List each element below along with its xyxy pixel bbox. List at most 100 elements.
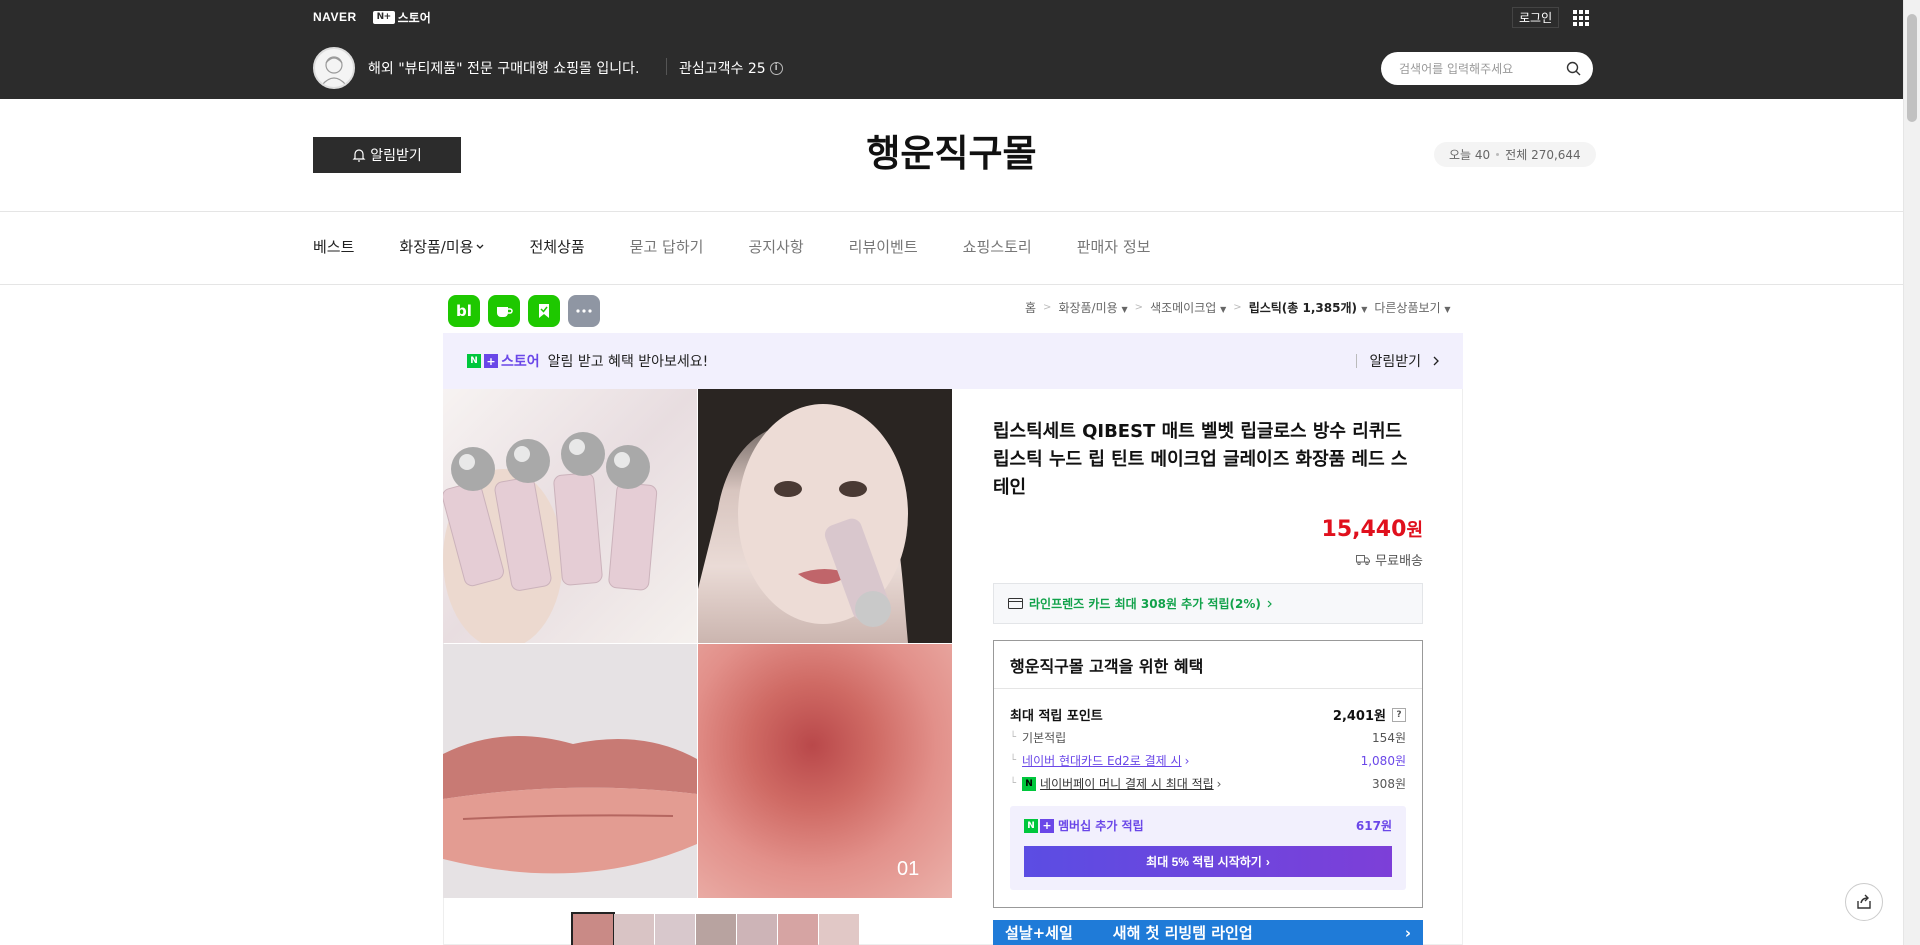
breadcrumb-other-products[interactable]: 다른상품보기 ▼ — [1374, 299, 1450, 316]
visits-today: 오늘 40 — [1449, 148, 1491, 162]
thumbnail[interactable] — [696, 914, 736, 945]
plus-icon: + — [484, 354, 498, 368]
breadcrumb-category2[interactable]: 색조메이크업 ▼ — [1150, 299, 1226, 316]
card-points-row: └ 네이버 현대카드 Ed2로 결제 시 › 1,080원 — [1010, 752, 1406, 769]
search-box — [1381, 52, 1593, 85]
membership-row: N + 멤버십 추가 적립 617원 — [1024, 817, 1392, 834]
store-nav: 베스트 화장품/미용 전체상품 묻고 답하기 공지사항 리뷰이벤트 쇼핑스토리 … — [313, 236, 1195, 257]
chevron-right-icon — [1433, 356, 1439, 366]
image-lipstick-set — [443, 389, 697, 643]
nav-best[interactable]: 베스트 — [313, 236, 354, 257]
share-button[interactable] — [1845, 883, 1883, 921]
pay-points-link[interactable]: 네이버페이 머니 결제 시 최대 적립 — [1040, 775, 1214, 792]
sub-item-icon: └ — [1010, 732, 1017, 743]
membership-start-label: 최대 5% 적립 시작하기 — [1146, 855, 1262, 869]
login-button[interactable]: 로그인 — [1512, 7, 1560, 28]
thumbnail[interactable] — [655, 914, 695, 945]
divider — [0, 211, 1903, 212]
nav-seller-info[interactable]: 판매자 정보 — [1077, 236, 1151, 257]
store-title[interactable]: 행운직구몰 — [0, 123, 1903, 177]
card-benefit-text: 라인프렌즈 카드 최대 308원 추가 적립(2%) — [1029, 597, 1261, 611]
thumbnail[interactable] — [614, 914, 654, 945]
breadcrumb-other-label: 다른상품보기 — [1374, 301, 1441, 315]
membership-box: N + 멤버십 추가 적립 617원 최대 5% 적립 시작하기 › — [1010, 806, 1406, 890]
bookmark-share-button[interactable] — [528, 295, 560, 327]
thumbnail[interactable] — [778, 914, 818, 945]
sub-item-icon: └ — [1010, 778, 1017, 789]
breadcrumb-category3-label: 립스틱(총 1,385개) — [1248, 301, 1357, 315]
thumbnail[interactable] — [819, 914, 859, 945]
max-points-value: 2,401원 — [1332, 709, 1386, 724]
nplus-icon: N + — [1024, 818, 1054, 833]
caret-down-icon: ▼ — [1444, 305, 1451, 314]
chevron-right-icon: › — [1216, 776, 1222, 791]
visits-separator — [1496, 153, 1500, 156]
naver-logo[interactable]: NAVER — [313, 10, 357, 24]
more-share-button[interactable] — [568, 295, 600, 327]
banner-action[interactable]: 알림받기 — [1356, 351, 1439, 371]
header-divider — [666, 58, 667, 75]
app-menu-grid-icon[interactable] — [1573, 9, 1590, 26]
card-points-value: 1,080원 — [1360, 754, 1406, 768]
card-benefit-link[interactable]: 라인프렌즈 카드 최대 308원 추가 적립(2%) — [993, 583, 1423, 624]
nav-all-products[interactable]: 전체상품 — [529, 236, 584, 257]
image-index: 01 — [897, 858, 920, 880]
shipping-info: 무료배송 — [993, 550, 1423, 569]
nstore-label: 스토어 — [397, 10, 431, 25]
promo-right-text: 새해 첫 리빙템 라인업 — [1112, 924, 1253, 942]
product-main-image[interactable] — [443, 389, 953, 899]
nav-shopping-story[interactable]: 쇼핑스토리 — [963, 236, 1032, 257]
shipping-label: 무료배송 — [1375, 554, 1423, 569]
search-icon[interactable] — [1566, 61, 1581, 76]
banner-text: 알림 받고 혜택 받아보세요! — [547, 354, 709, 370]
breadcrumb-category2-label: 색조메이크업 — [1150, 301, 1217, 315]
caret-down-icon: ▼ — [1361, 305, 1368, 314]
thumbnail[interactable] — [737, 914, 777, 945]
naver-pay-icon: N — [1022, 776, 1037, 791]
scrollbar-thumb[interactable] — [1907, 14, 1917, 122]
nav-notice[interactable]: 공지사항 — [748, 236, 803, 257]
blog-share-button[interactable]: bl — [448, 295, 480, 327]
cafe-cup-icon — [497, 307, 513, 317]
page-scrollbar[interactable] — [1903, 0, 1920, 945]
pay-points-value: 308원 — [1372, 777, 1406, 791]
price-unit: 원 — [1406, 520, 1423, 541]
info-icon[interactable]: i — [769, 61, 783, 75]
social-share: bl — [448, 295, 600, 327]
card-points-link[interactable]: 네이버 현대카드 Ed2로 결제 시 — [1022, 752, 1182, 769]
cafe-share-button[interactable] — [488, 295, 520, 327]
nstore-banner-label: 스토어 — [501, 354, 540, 370]
nstore-banner-logo: N + 스토어 — [467, 351, 540, 371]
nstore-badge-icon: N+ — [372, 10, 395, 24]
credit-card-icon — [1008, 598, 1023, 609]
share-icon — [1857, 894, 1871, 909]
benefit-box: 행운직구몰 고객을 위한 혜택 최대 적립 포인트 2,401원 ? └ 기본적… — [993, 640, 1423, 908]
breadcrumb: 홈 > 화장품/미용 ▼ > 색조메이크업 ▼ > 립스틱(총 1,385개) … — [1025, 299, 1451, 316]
max-points-row: 최대 적립 포인트 2,401원 ? — [1010, 705, 1406, 724]
chevron-down-icon — [477, 244, 484, 249]
max-points-label: 최대 적립 포인트 — [1010, 709, 1103, 724]
banner-divider — [1356, 354, 1358, 368]
basic-points-label: 기본적립 — [1022, 731, 1067, 745]
nstore-logo[interactable]: N+ 스토어 — [372, 9, 431, 26]
search-input[interactable] — [1399, 61, 1566, 76]
breadcrumb-separator: > — [1043, 302, 1052, 313]
nav-review-event[interactable]: 리뷰이벤트 — [849, 236, 918, 257]
more-dots-icon — [576, 309, 592, 313]
bookmark-icon — [539, 304, 549, 318]
breadcrumb-category3[interactable]: 립스틱(총 1,385개) ▼ — [1249, 299, 1368, 316]
nav-cosmetics-label: 화장품/미용 — [399, 238, 474, 256]
top-right-actions: 로그인 — [1512, 7, 1590, 28]
naver-n-icon: N — [467, 354, 481, 368]
nav-qna[interactable]: 묻고 답하기 — [630, 236, 704, 257]
nav-cosmetics[interactable]: 화장품/미용 — [399, 236, 484, 257]
help-icon[interactable]: ? — [1392, 707, 1406, 722]
thumbnail[interactable] — [571, 912, 615, 945]
sub-item-icon: └ — [1010, 755, 1017, 766]
membership-start-button[interactable]: 최대 5% 적립 시작하기 › — [1024, 846, 1392, 877]
store-profile-avatar[interactable] — [313, 47, 355, 89]
breadcrumb-home[interactable]: 홈 — [1025, 299, 1036, 316]
breadcrumb-category1[interactable]: 화장품/미용 ▼ — [1058, 299, 1127, 316]
product-title: 립스틱세트 QIBEST 매트 벨벳 립글로스 방수 리퀴드 립스틱 누드 립 … — [993, 421, 1408, 498]
promo-banner[interactable]: 설날+세일 새해 첫 리빙템 라인업 › — [993, 920, 1423, 945]
